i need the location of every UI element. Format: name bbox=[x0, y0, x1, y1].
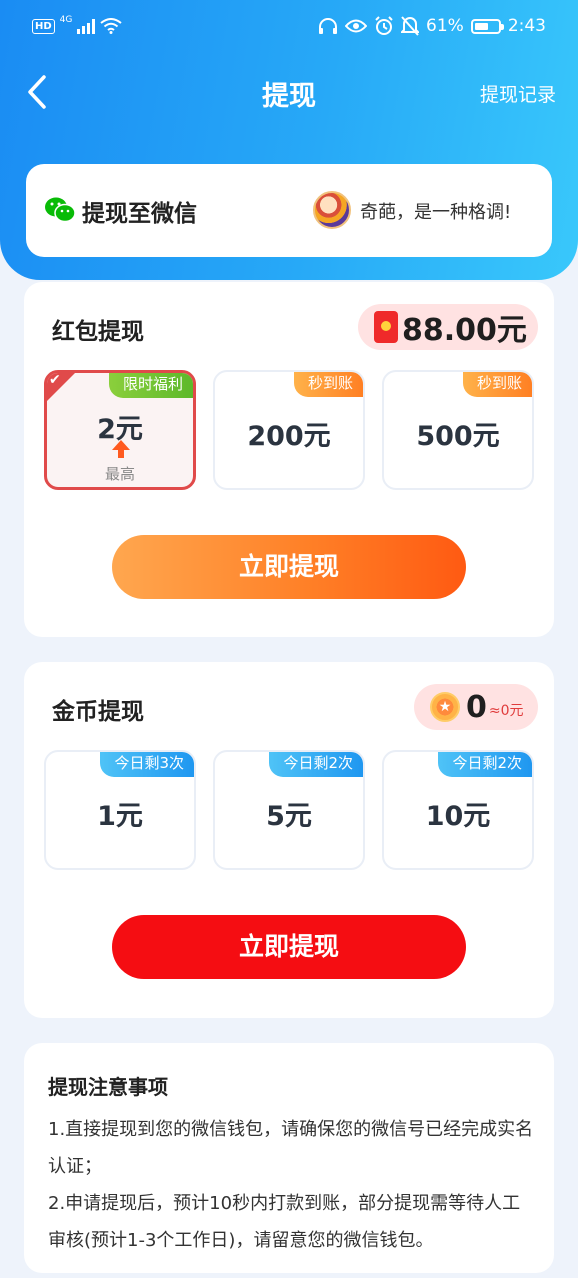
gold-withdraw-button[interactable]: 立即提现 bbox=[112, 915, 466, 979]
option-amount: 10元 bbox=[425, 801, 491, 832]
option-tag: 今日剩2次 bbox=[269, 752, 363, 777]
status-bar: HD 4G 61% 2:43 bbox=[0, 0, 578, 56]
eye-icon bbox=[345, 19, 368, 33]
option-tag: 限时福利 bbox=[108, 373, 193, 398]
red-packet-title: 红包提现 bbox=[52, 319, 144, 345]
option-amount: 200元 bbox=[247, 421, 331, 452]
gold-option-1[interactable]: 今日剩2次 5元 bbox=[213, 750, 365, 870]
option-tag: 秒到账 bbox=[293, 372, 363, 397]
red-withdraw-button[interactable]: 立即提现 bbox=[112, 535, 466, 599]
gold-approx-value: ≈0元 bbox=[488, 703, 524, 719]
hd-badge: HD bbox=[32, 18, 55, 34]
alarm-icon bbox=[375, 16, 393, 35]
battery-icon bbox=[470, 18, 504, 34]
red-packet-balance: 88.00元 bbox=[358, 304, 538, 350]
status-right: 61% 2:43 bbox=[318, 16, 546, 36]
gold-option-2[interactable]: 今日剩2次 10元 bbox=[382, 750, 534, 870]
wechat-title: 提现至微信 bbox=[82, 201, 197, 227]
wifi-icon bbox=[100, 18, 122, 34]
red-option-0[interactable]: ✔ 限时福利 2元 最高 bbox=[44, 370, 196, 490]
signal-icon bbox=[77, 18, 96, 34]
red-packet-card: 红包提现 88.00元 ✔ 限时福利 2元 最高 秒到账 200元 秒到账 50… bbox=[24, 282, 554, 637]
gold-coin-title: 金币提现 bbox=[52, 699, 144, 725]
gold-option-0[interactable]: 今日剩3次 1元 bbox=[44, 750, 196, 870]
avatar bbox=[313, 191, 351, 229]
battery-percent: 61% bbox=[426, 16, 464, 36]
status-left: HD 4G bbox=[32, 15, 122, 34]
option-amount: 5元 bbox=[266, 801, 312, 832]
option-tag: 今日剩3次 bbox=[100, 752, 194, 777]
clock: 2:43 bbox=[507, 16, 546, 36]
red-balance-value: 88.00元 bbox=[402, 313, 527, 348]
mute-bell-icon bbox=[401, 16, 420, 36]
gold-balance-value: 0 bbox=[466, 689, 487, 725]
notes-line-1: 1.直接提现到您的微信钱包，请确保您的微信号已经完成实名认证； bbox=[48, 1119, 534, 1177]
withdraw-records-link[interactable]: 提现记录 bbox=[480, 80, 556, 107]
gold-coin-card: 金币提现 ★ 0 ≈0元 今日剩3次 1元 今日剩2次 5元 今日剩2次 10元… bbox=[24, 662, 554, 1018]
gold-balance: ★ 0 ≈0元 bbox=[414, 684, 538, 730]
headphones-icon bbox=[319, 18, 338, 34]
check-icon: ✔ bbox=[49, 372, 61, 388]
red-envelope-icon bbox=[374, 311, 398, 343]
network-type: 4G bbox=[59, 15, 73, 25]
red-option-2[interactable]: 秒到账 500元 bbox=[382, 370, 534, 490]
option-amount: 500元 bbox=[416, 421, 500, 452]
notes-line-2: 2.申请提现后，预计10秒内打款到账，部分提现需等待人工审核(预计1-3个工作日… bbox=[48, 1193, 521, 1251]
withdraw-notes-card: 提现注意事项 1.直接提现到您的微信钱包，请确保您的微信号已经完成实名认证； 2… bbox=[24, 1043, 554, 1273]
red-option-1[interactable]: 秒到账 200元 bbox=[213, 370, 365, 490]
option-tag: 今日剩2次 bbox=[438, 752, 532, 777]
notes-title: 提现注意事项 bbox=[48, 1075, 168, 1099]
option-tag: 秒到账 bbox=[462, 372, 532, 397]
option-sub: 最高 bbox=[104, 465, 135, 483]
notes-text: 1.直接提现到您的微信钱包，请确保您的微信号已经完成实名认证； 2.申请提现后，… bbox=[48, 1111, 538, 1259]
wechat-icon bbox=[45, 197, 76, 223]
wechat-destination-card: 提现至微信 奇葩，是一种格调! bbox=[26, 164, 552, 257]
username: 奇葩，是一种格调! bbox=[360, 202, 512, 223]
up-arrow-icon bbox=[112, 440, 130, 458]
option-amount: 1元 bbox=[97, 801, 143, 832]
coin-icon: ★ bbox=[430, 692, 460, 722]
